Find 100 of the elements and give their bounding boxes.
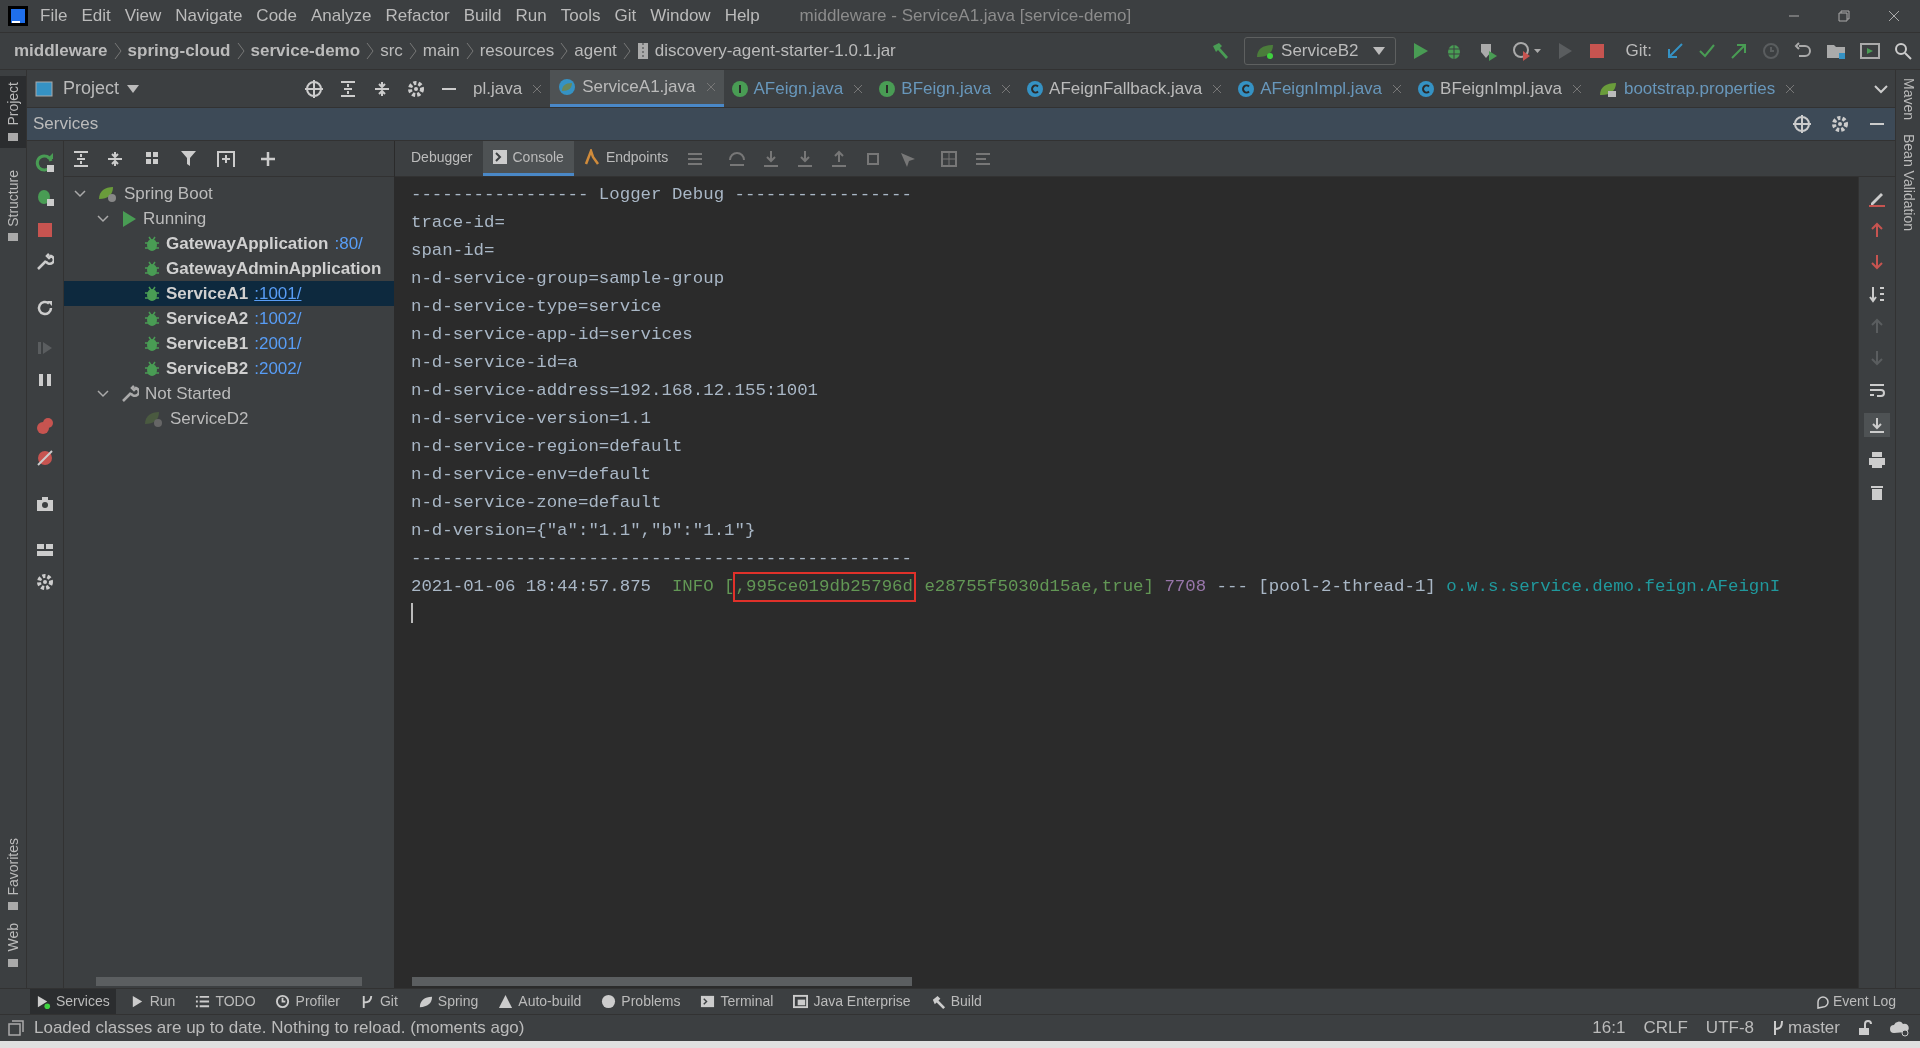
sort-icon[interactable] (1868, 285, 1886, 303)
tree-item[interactable]: ServiceD2 (64, 406, 394, 431)
breadcrumb[interactable]: middleware (14, 38, 108, 64)
print-icon[interactable] (1868, 451, 1886, 469)
menu-item[interactable]: Analyze (311, 3, 372, 29)
console-tab[interactable]: Console (482, 141, 574, 176)
push-arrow-icon[interactable] (1730, 42, 1748, 60)
side-tab[interactable]: Favorites (0, 831, 26, 918)
console-tab[interactable]: Endpoints (573, 141, 679, 176)
menu-item[interactable]: Git (614, 3, 637, 29)
chevron-down-icon[interactable] (74, 187, 86, 200)
undo-icon[interactable] (1794, 42, 1812, 60)
tree-item[interactable]: GatewayAdminApplication (64, 256, 394, 281)
camera-icon[interactable] (36, 495, 54, 513)
table-icon[interactable] (940, 149, 959, 168)
tool-window-button[interactable]: Build (924, 989, 988, 1014)
hammer-icon[interactable] (1210, 41, 1231, 61)
tool-window-button[interactable]: Problems (595, 989, 687, 1014)
scrollbar-thumb[interactable] (412, 976, 912, 986)
profiler-icon[interactable] (1511, 41, 1542, 61)
scroll-end-icon[interactable] (1864, 413, 1890, 437)
rerun-icon[interactable] (35, 153, 55, 173)
breadcrumb[interactable]: discovery-agent-starter-1.0.1.jar (654, 38, 896, 64)
breakpoints-icon[interactable] (36, 417, 54, 435)
tool-window-button[interactable]: Profiler (269, 989, 346, 1014)
lock-icon[interactable] (1858, 1020, 1872, 1036)
tool-window-button[interactable]: Auto-build (492, 989, 588, 1014)
tree-item[interactable]: Not Started (64, 381, 394, 406)
window-icon[interactable] (1860, 42, 1880, 60)
panel-icon[interactable] (8, 1020, 24, 1036)
tool-window-button[interactable]: Java Enterprise (787, 989, 917, 1014)
expand-all-icon[interactable] (72, 149, 90, 168)
close-icon[interactable] (1392, 83, 1403, 94)
menu-item[interactable]: Run (515, 3, 547, 29)
side-tab[interactable]: Bean Validation (1897, 134, 1919, 232)
tool-window-button[interactable]: TODO (189, 989, 262, 1014)
line-separator[interactable]: CRLF (1643, 1015, 1688, 1041)
chevron-down-icon[interactable] (97, 387, 109, 400)
port-link[interactable]: :80/ (334, 230, 363, 257)
breadcrumb[interactable]: spring-cloud (127, 38, 231, 64)
chevron-down-icon[interactable] (97, 212, 109, 225)
event-log-button[interactable]: Event Log (1814, 991, 1896, 1012)
tree-item[interactable]: ServiceB1 :2001/ (64, 331, 394, 356)
menu-item[interactable]: View (124, 3, 162, 29)
tool-window-button[interactable]: Git (353, 989, 404, 1014)
tool-window-button[interactable]: Services (30, 989, 116, 1014)
file-encoding[interactable]: UTF-8 (1705, 1015, 1755, 1041)
stop-icon[interactable] (1587, 42, 1606, 60)
expand-all-icon[interactable] (339, 79, 357, 98)
settings-icon[interactable] (1831, 115, 1849, 133)
collapse-all-icon[interactable] (106, 149, 124, 168)
editor-tab[interactable]: pl.java (465, 70, 551, 107)
editor-tab[interactable]: AFeign.java (723, 70, 872, 107)
settings-icon[interactable] (407, 79, 425, 98)
editor-tab[interactable]: BFeignImpl.java (1410, 70, 1590, 107)
breadcrumb[interactable]: main (422, 38, 460, 64)
close-icon[interactable] (1212, 83, 1223, 94)
search-icon[interactable] (1894, 42, 1912, 60)
menu-item[interactable]: File (40, 3, 68, 29)
cloud-icon[interactable] (1890, 1019, 1910, 1037)
tree-item[interactable]: ServiceA1 :1001/ (64, 281, 394, 306)
mute-breakpoints-icon[interactable] (36, 449, 54, 467)
close-icon[interactable] (1001, 83, 1012, 94)
editor-tab[interactable]: BFeign.java (871, 70, 1020, 107)
run-configuration-dropdown[interactable]: ServiceB2 (1244, 37, 1396, 65)
tree-item[interactable]: Spring Boot (64, 181, 394, 206)
side-tab[interactable]: Structure (0, 163, 26, 249)
menu-item[interactable]: Refactor (385, 3, 450, 29)
git-branch[interactable]: master (1788, 1015, 1840, 1041)
pause-icon[interactable] (36, 371, 54, 389)
editor-tab[interactable]: bootstrap.properties (1589, 70, 1804, 107)
breadcrumb[interactable]: resources (479, 38, 555, 64)
tree-item[interactable]: ServiceA2 :1002/ (64, 306, 394, 331)
port-link[interactable]: :2001/ (254, 330, 302, 357)
editor-tab[interactable]: ServiceA1.java (550, 70, 724, 107)
port-link[interactable]: :1001/ (254, 280, 302, 307)
side-tab[interactable]: Maven (1897, 78, 1919, 121)
side-tab[interactable]: Web (0, 917, 26, 974)
menu-item[interactable]: Navigate (175, 3, 243, 29)
target-icon[interactable] (1793, 115, 1811, 133)
layout-icon[interactable] (36, 541, 54, 559)
breadcrumb[interactable]: agent (574, 38, 617, 64)
wrench-icon[interactable] (36, 253, 54, 271)
trash-icon[interactable] (1868, 483, 1886, 501)
tool-window-button[interactable]: Run (123, 989, 182, 1014)
new-tab-icon[interactable] (216, 149, 236, 168)
close-icon[interactable] (1571, 83, 1582, 94)
close-icon[interactable] (532, 83, 543, 94)
tree-item[interactable]: GatewayApplication :80/ (64, 231, 394, 256)
port-link[interactable]: :2002/ (254, 355, 302, 382)
tree-item[interactable]: ServiceB2 :2002/ (64, 356, 394, 381)
wrap-icon[interactable] (1868, 381, 1886, 399)
menu-item[interactable]: Code (256, 3, 297, 29)
console-tab[interactable]: Debugger (401, 141, 483, 176)
arrow-down-icon[interactable] (1868, 253, 1886, 271)
caret-position[interactable]: 16:1 (1592, 1015, 1626, 1041)
check-icon[interactable] (1698, 42, 1716, 60)
restore-icon[interactable] (1838, 10, 1850, 22)
tool-window-button[interactable]: Spring (411, 989, 485, 1014)
menu-item[interactable]: Tools (560, 3, 601, 29)
